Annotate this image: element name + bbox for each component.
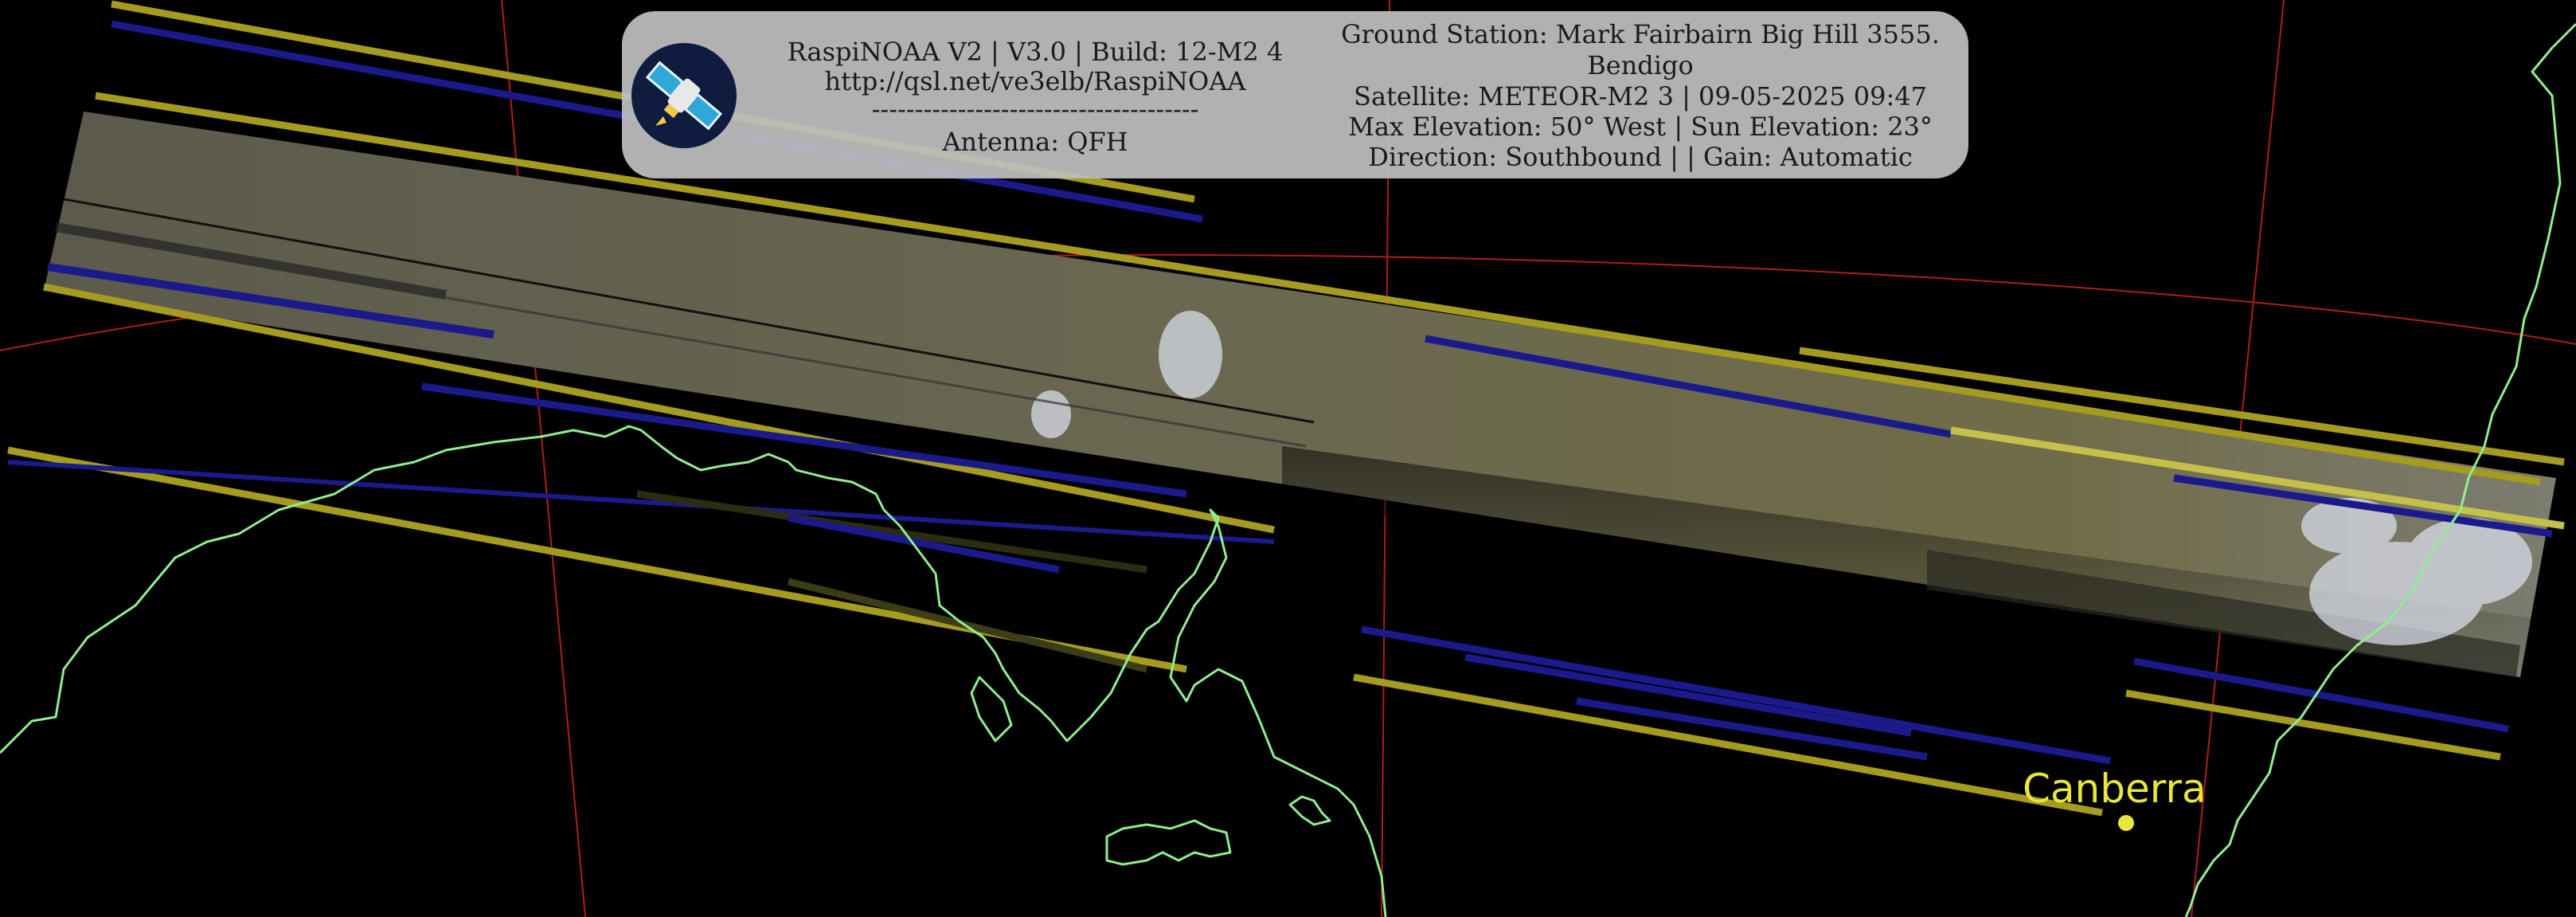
elevation-info: Max Elevation: 50° West | Sun Elevation:… [1348, 112, 1933, 142]
city-label: Canberra [2023, 766, 2207, 812]
project-url: http://qsl.net/ve3elb/RaspiNOAA [824, 66, 1246, 96]
bay-coastline [1288, 795, 1331, 826]
antenna-info: Antenna: QFH [942, 127, 1128, 157]
ground-station-location: Bendigo [1587, 50, 1694, 80]
longitude-line [501, 0, 586, 917]
ground-station: Ground Station: Mark Fairbairn Big Hill … [1341, 19, 1940, 49]
imagery-swath [44, 112, 2556, 677]
gulf-coastline [970, 676, 1013, 743]
satellite-info: Satellite: METEOR-M2 3 | 09-05-2025 09:4… [1354, 81, 1927, 112]
software-version: RaspiNOAA V2 | V3.0 | Build: 12-M2 4 [787, 37, 1284, 67]
header-divider: -------------------------------------- [871, 94, 1199, 124]
city-marker [2118, 815, 2134, 831]
satellite-icon [631, 43, 737, 148]
island-coastline [1105, 819, 1232, 866]
direction-info: Direction: Southbound | | Gain: Automati… [1368, 142, 1913, 172]
